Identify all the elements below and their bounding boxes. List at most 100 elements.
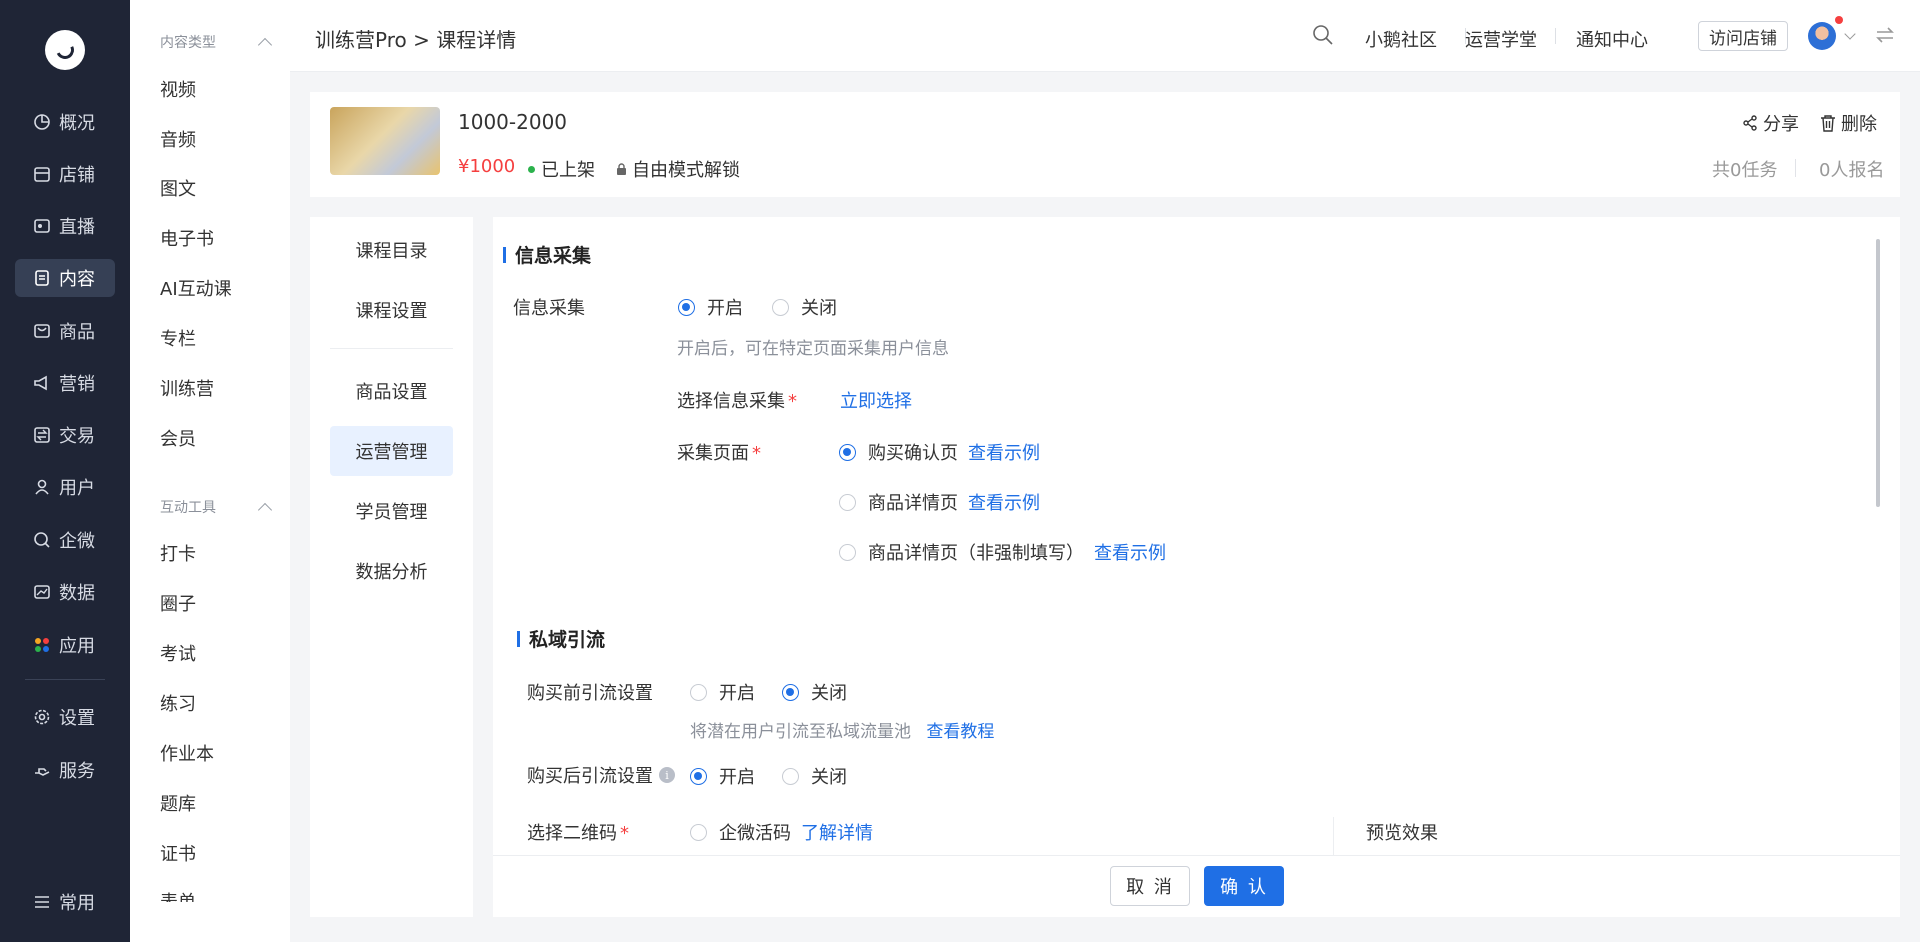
secondary-nav: 内容类型 视频 音频 图文 电子书 AI互动课 专栏 训练营 会员 互动工具 打… (130, 0, 290, 942)
sec-item-certificate[interactable]: 证书 (160, 840, 196, 866)
nav-item-common[interactable]: 常用 (15, 883, 115, 921)
trash-icon (1821, 114, 1835, 132)
sec-item-checkin[interactable]: 打卡 (160, 540, 196, 566)
interactive-tools-group[interactable]: 互动工具 (160, 497, 273, 517)
notification-dot (1835, 16, 1843, 24)
nav-item-trade[interactable]: 交易 (15, 416, 115, 454)
nav-item-wecom[interactable]: 企微 (15, 521, 115, 559)
confirm-button[interactable]: 确 认 (1204, 866, 1284, 906)
nav-item-live[interactable]: 直播 (15, 207, 115, 245)
choose-info-text: 选择信息采集 (677, 391, 785, 412)
qr-label-text: 选择二维码 (527, 823, 617, 844)
sec-item-article[interactable]: 图文 (160, 175, 196, 201)
page-radio-purchase-confirm[interactable]: 购买确认页 查看示例 (839, 439, 1040, 465)
service-icon (35, 768, 50, 776)
sec-item-member[interactable]: 会员 (160, 425, 196, 451)
share-button[interactable]: 分享 (1742, 110, 1799, 136)
scrollbar[interactable] (1876, 239, 1880, 507)
community-link[interactable]: 小鹅社区 (1365, 26, 1437, 52)
course-thumbnail (330, 107, 440, 175)
nav-item-service[interactable]: 服务 (15, 751, 115, 789)
nav-item-label: 内容 (59, 269, 95, 290)
delete-button[interactable]: 删除 (1820, 110, 1877, 136)
logo-icon[interactable] (45, 30, 85, 70)
sec-item-ai-course[interactable]: AI互动课 (160, 275, 232, 301)
tab-operation-management[interactable]: 运营管理 (330, 426, 453, 476)
status-text: 已上架 (541, 160, 595, 181)
task-count: 共0任务 (1712, 160, 1778, 181)
view-example-link[interactable]: 查看示例 (1094, 539, 1166, 565)
collect-page-text: 采集页面 (677, 443, 749, 464)
nav-item-data[interactable]: 数据 (15, 573, 115, 611)
visit-store-button[interactable]: 访问店铺 (1698, 21, 1788, 51)
nav-item-store[interactable]: 店铺 (15, 155, 115, 193)
apps-icon (35, 638, 49, 652)
menu-divider (330, 348, 453, 349)
nav-item-label: 营销 (59, 374, 95, 395)
sec-item-question-bank[interactable]: 题库 (160, 790, 196, 816)
tab-course-catalog[interactable]: 课程目录 (330, 225, 453, 275)
info-icon[interactable]: i (659, 767, 675, 783)
sec-item-audio[interactable]: 音频 (160, 126, 196, 152)
search-icon[interactable] (1312, 24, 1334, 46)
nav-item-overview[interactable]: 概况 (15, 103, 115, 141)
sec-item-exam[interactable]: 考试 (160, 640, 196, 666)
notification-link[interactable]: 通知中心 (1576, 26, 1648, 52)
avatar[interactable] (1808, 22, 1836, 50)
post-purchase-on-radio[interactable]: 开启 (690, 763, 755, 789)
qr-wecom-radio[interactable]: 企微活码 了解详情 (690, 819, 873, 845)
sec-item-ebook[interactable]: 电子书 (160, 225, 214, 251)
page-radio-goods-detail-optional[interactable]: 商品详情页（非强制填写） 查看示例 (839, 539, 1166, 565)
nav-item-apps[interactable]: 应用 (15, 626, 115, 664)
view-example-link[interactable]: 查看示例 (968, 489, 1040, 515)
sec-item-circle[interactable]: 圈子 (160, 590, 196, 616)
status-dot-icon (528, 165, 535, 173)
breadcrumb[interactable]: 训练营Pro > 课程详情 (315, 24, 516, 53)
operation-panel: 信息采集 信息采集 开启 关闭 开启后，可在特定页面采集用户信息 选择信息采集 *… (493, 217, 1900, 917)
nav-item-label: 常用 (59, 893, 95, 914)
page-radio-goods-detail[interactable]: 商品详情页 查看示例 (839, 489, 1040, 515)
wecom-icon (34, 532, 50, 548)
pre-purchase-off-radio[interactable]: 关闭 (782, 679, 847, 705)
view-tutorial-link[interactable]: 查看教程 (926, 722, 994, 742)
info-collect-on-radio[interactable]: 开启 (678, 294, 743, 320)
pre-purchase-on-radio[interactable]: 开启 (690, 679, 755, 705)
tab-goods-settings[interactable]: 商品设置 (330, 366, 453, 416)
learn-more-link[interactable]: 了解详情 (801, 819, 873, 845)
course-card: 1000-2000 ¥1000 已上架 自由模式解锁 分享 删除 共0任务 0人… (310, 92, 1900, 197)
nav-item-goods[interactable]: 商品 (15, 312, 115, 350)
radio-label: 关闭 (811, 767, 847, 788)
tab-student-management[interactable]: 学员管理 (330, 486, 453, 536)
section-marker (503, 246, 506, 263)
sec-item-video[interactable]: 视频 (160, 76, 196, 102)
post-purchase-off-radio[interactable]: 关闭 (782, 763, 847, 789)
data-icon (34, 585, 50, 599)
academy-link[interactable]: 运营学堂 (1465, 26, 1537, 52)
tab-data-analysis[interactable]: 数据分析 (330, 546, 453, 596)
nav-item-settings[interactable]: 设置 (15, 698, 115, 736)
sec-item-camp[interactable]: 训练营 (160, 375, 214, 401)
group-title: 互动工具 (160, 500, 216, 516)
sec-item-homework[interactable]: 作业本 (160, 740, 214, 766)
radio-unchecked-icon (772, 298, 789, 316)
sec-item-practice[interactable]: 练习 (160, 690, 196, 716)
trade-icon (34, 427, 50, 443)
view-example-link[interactable]: 查看示例 (968, 439, 1040, 465)
sec-item-column[interactable]: 专栏 (160, 325, 196, 351)
nav-item-user[interactable]: 用户 (15, 468, 115, 506)
chevron-down-icon[interactable] (1844, 28, 1856, 40)
content-type-group[interactable]: 内容类型 (160, 32, 273, 52)
tab-course-settings[interactable]: 课程设置 (330, 285, 453, 335)
nav-item-marketing[interactable]: 营销 (15, 364, 115, 402)
cancel-button[interactable]: 取 消 (1110, 866, 1190, 906)
choose-now-link[interactable]: 立即选择 (840, 387, 912, 413)
switch-icon[interactable] (1875, 26, 1895, 44)
sec-item-form[interactable]: 表单 (160, 888, 196, 902)
radio-checked-icon (678, 298, 695, 316)
stat-divider (1795, 159, 1796, 177)
nav-divider (25, 679, 105, 680)
course-title: 1000-2000 (458, 110, 568, 134)
info-collect-off-radio[interactable]: 关闭 (772, 294, 837, 320)
nav-item-content[interactable]: 内容 (15, 259, 115, 297)
content-icon (35, 270, 49, 286)
